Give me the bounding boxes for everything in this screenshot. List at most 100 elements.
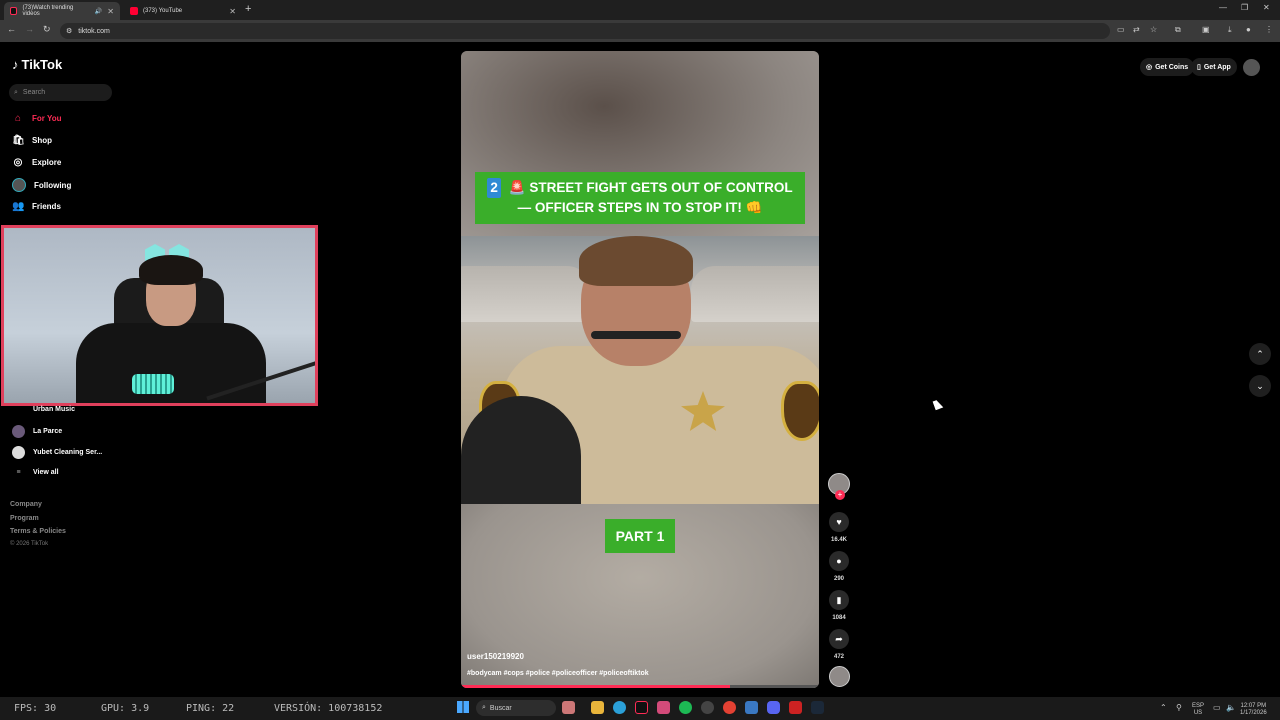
officer-hair (579, 236, 693, 286)
profile-icon[interactable]: ● (1246, 25, 1251, 34)
reload-icon[interactable]: ↻ (43, 24, 51, 35)
nav-label: Explore (32, 158, 62, 167)
cast-icon[interactable]: ▭ (1117, 25, 1125, 34)
taskbar-app-icon[interactable] (562, 701, 575, 714)
nav-shop[interactable]: 🛍 Shop (12, 135, 52, 146)
search-icon: ⌕ (482, 704, 486, 711)
get-coins-button[interactable]: ◎ Get Coins (1140, 58, 1195, 76)
user-avatar[interactable] (1243, 59, 1260, 76)
officer-glasses (591, 331, 681, 339)
like-button[interactable]: ♥ (829, 512, 849, 532)
nav-for-you[interactable]: ⌂ For You (12, 113, 62, 124)
menu-icon[interactable]: ⋮ (1265, 25, 1273, 34)
sound-disc[interactable] (829, 666, 850, 687)
url-text: tiktok.com (78, 27, 110, 35)
nav-friends[interactable]: 👥 Friends (12, 201, 61, 212)
taskbar-app-icon[interactable] (657, 701, 670, 714)
following-label: La Parce (33, 428, 63, 435)
sidepanel-icon[interactable]: ▣ (1202, 25, 1210, 34)
close-tab-icon[interactable]: ✕ (229, 7, 236, 16)
network-icon[interactable]: ▭ (1213, 703, 1221, 713)
nav-following[interactable]: Following (12, 178, 71, 192)
taskbar-search[interactable]: ⌕ Buscar (476, 700, 556, 716)
close-window-icon[interactable]: ✕ (1263, 3, 1270, 12)
minimize-icon[interactable]: — (1219, 3, 1227, 12)
following-item[interactable]: La Parce (12, 425, 62, 438)
share-button[interactable]: ➦ (829, 629, 849, 649)
tiktok-favicon-icon (10, 7, 18, 15)
tray-app-icon[interactable]: ⚲ (1176, 703, 1182, 713)
spotify-icon[interactable] (679, 701, 692, 714)
gpu-stat: GPU: 3.9 (101, 703, 150, 714)
tiktok-app-icon[interactable] (635, 701, 648, 714)
following-item[interactable]: Yubet Cleaning Ser... (12, 446, 102, 459)
comment-button[interactable]: ● (829, 551, 849, 571)
speaker-icon[interactable]: 🔊 (95, 8, 102, 15)
tiktok-logo[interactable]: ♪ TikTok (12, 57, 62, 72)
nav-explore[interactable]: ◎ Explore (12, 157, 62, 168)
restore-icon[interactable]: ❐ (1241, 3, 1248, 12)
edge-icon[interactable] (613, 701, 626, 714)
get-app-button[interactable]: ▯ Get App (1191, 58, 1237, 76)
progress-fill (461, 685, 730, 688)
translate-icon[interactable]: ⇄ (1133, 25, 1140, 34)
chrome-icon[interactable] (723, 701, 736, 714)
windows-taskbar: FPS: 30 GPU: 3.9 PING: 22 VERSIÓN: 10073… (0, 697, 1280, 720)
footer-program[interactable]: Program (10, 515, 39, 522)
following-item[interactable]: Urban Music (12, 406, 75, 413)
search-input[interactable]: ⌕ Search (9, 84, 112, 101)
clock-time: 12:07 PM (1240, 703, 1267, 709)
video-scene (461, 236, 819, 504)
file-explorer-icon[interactable] (591, 701, 604, 714)
video-player[interactable]: 2 🚨 STREET FIGHT GETS OUT OF CONTROL — OF… (461, 51, 819, 688)
tab-youtube[interactable]: (373) YouTube ✕ (124, 2, 242, 20)
mouse-cursor-icon (932, 398, 944, 411)
banner-line1: 🚨 STREET FIGHT GETS OUT OF CONTROL (508, 180, 793, 196)
heart-icon: ♥ (836, 517, 842, 527)
downloads-icon[interactable]: ⤓ (1228, 25, 1232, 35)
previous-video-button[interactable]: ⌃ (1249, 343, 1271, 365)
taskbar-search-label: Buscar (489, 704, 512, 712)
close-tab-icon[interactable]: ✕ (107, 7, 114, 16)
volume-icon[interactable]: 🔈 (1226, 703, 1236, 713)
next-video-button[interactable]: ⌄ (1249, 375, 1271, 397)
tray-overflow-icon[interactable]: ⌃ (1160, 703, 1167, 713)
like-count: 16.4K (830, 537, 847, 543)
view-all-link[interactable]: ≡ View all (12, 469, 58, 476)
save-button[interactable]: ▮ (829, 590, 849, 610)
discord-icon[interactable] (767, 701, 780, 714)
taskbar-app-icon[interactable] (789, 701, 802, 714)
footer-company[interactable]: Company (10, 501, 42, 508)
back-icon[interactable]: ← (7, 24, 16, 34)
video-username[interactable]: user150219920 (467, 652, 524, 661)
bookmark-star-icon[interactable]: ☆ (1150, 25, 1157, 34)
video-progress-bar[interactable] (461, 685, 819, 688)
part-label: PART 1 (605, 519, 675, 553)
tab-tiktok[interactable]: (73)Watch trending videos 🔊 ✕ (4, 2, 120, 20)
browser-tabbar: (73)Watch trending videos 🔊 ✕ (373) YouT… (0, 0, 1280, 20)
taskbar-app-icon[interactable] (701, 701, 714, 714)
forward-icon[interactable]: → (25, 24, 34, 34)
chevron-up-icon: ⌃ (1256, 348, 1264, 359)
share-icon: ➦ (835, 633, 843, 644)
clock[interactable]: 12:07 PM 1/17/2026 (1240, 703, 1267, 716)
tiktok-note-icon: ♪ (12, 57, 19, 72)
follow-plus-icon[interactable]: + (835, 490, 845, 500)
microphone (132, 374, 174, 394)
language-indicator[interactable]: ESP US (1192, 703, 1204, 716)
new-tab-icon[interactable]: + (245, 3, 251, 15)
save-count: 1084 (832, 615, 846, 621)
windows-start-icon[interactable] (457, 701, 469, 713)
url-field[interactable]: ⚙ tiktok.com (60, 23, 1110, 39)
lang-top: ESP (1192, 703, 1205, 709)
ping-stat: PING: 22 (186, 703, 235, 714)
tab-title: (73)Watch trending videos (22, 5, 74, 17)
footer-terms[interactable]: Terms & Policies (10, 528, 66, 535)
car (691, 266, 819, 322)
steam-icon[interactable] (811, 701, 824, 714)
video-hashtags[interactable]: #bodycam #cops #police #policeofficer #p… (467, 670, 649, 677)
settings-icon[interactable] (745, 701, 758, 714)
shop-icon: 🛍 (12, 135, 25, 146)
extensions-icon[interactable]: ⧉ (1175, 25, 1181, 35)
site-info-icon[interactable]: ⚙ (66, 27, 72, 35)
